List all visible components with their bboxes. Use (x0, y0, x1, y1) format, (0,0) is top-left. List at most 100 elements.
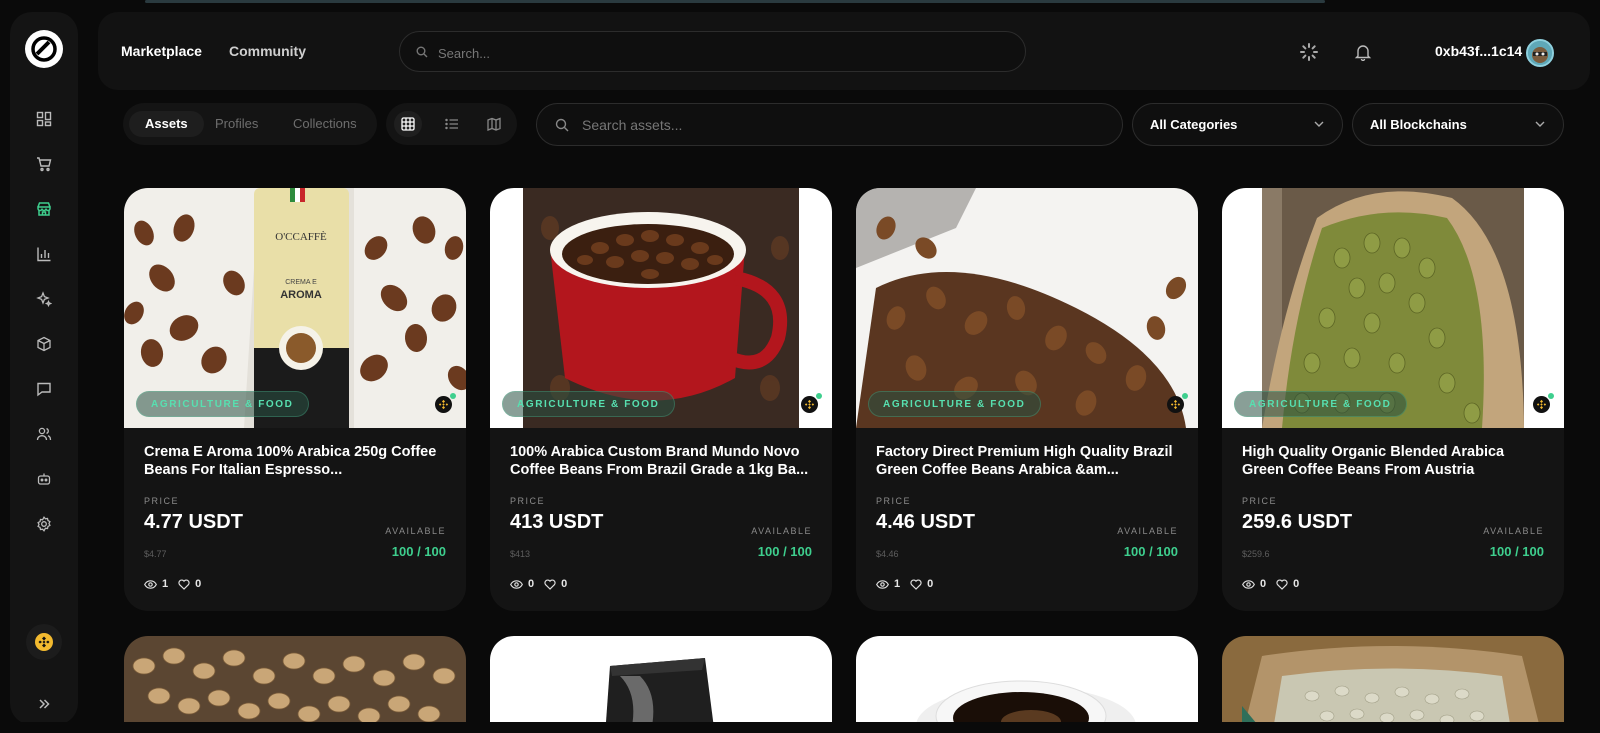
bar-chart-icon[interactable] (32, 242, 56, 266)
price-usd: $413 (510, 549, 531, 559)
price-usd: $4.77 (144, 549, 167, 559)
blockchain-dropdown[interactable]: All Blockchains (1352, 103, 1564, 146)
category-dropdown[interactable]: All Categories (1132, 103, 1343, 146)
view-count: 0 (1260, 578, 1267, 590)
tab-collections[interactable]: Collections (277, 111, 373, 137)
cart-icon[interactable] (32, 152, 56, 176)
bnb-chain-icon (435, 393, 456, 413)
heart-icon[interactable] (910, 578, 922, 590)
global-search-input[interactable] (438, 43, 998, 63)
available-label: AVAILABLE (751, 526, 812, 536)
wallet-address[interactable]: 0xb43f...1c14 (1435, 43, 1522, 59)
listing-card[interactable]: AGRICULTURE & FOOD Factory Direct Premiu… (856, 188, 1198, 611)
price-label: PRICE (1242, 496, 1278, 506)
available-value: 100 / 100 (391, 544, 446, 559)
package-line2-text: AROMA (280, 289, 322, 301)
bnb-chain-icon (801, 393, 822, 413)
bnb-chain-icon[interactable] (26, 624, 62, 660)
bnb-chain-icon (1167, 393, 1188, 413)
store-icon[interactable] (32, 197, 56, 221)
price-value: 4.77 USDT (144, 511, 243, 533)
available-label: AVAILABLE (1117, 526, 1178, 536)
heart-icon[interactable] (1276, 578, 1288, 590)
app-logo[interactable] (25, 30, 63, 68)
loading-spinner-icon[interactable] (1298, 41, 1320, 63)
cube-icon[interactable] (32, 332, 56, 356)
chat-icon[interactable] (32, 377, 56, 401)
like-count: 0 (561, 578, 568, 590)
available-value: 100 / 100 (757, 544, 812, 559)
price-value: 413 USDT (510, 511, 604, 533)
listing-card[interactable]: AGRICULTURE & FOOD 100% Arabica Custom B… (490, 188, 832, 611)
available-label: AVAILABLE (385, 526, 446, 536)
tab-profiles[interactable]: Profiles (199, 111, 274, 137)
category-dropdown-value: All Categories (1150, 117, 1238, 132)
settings-icon[interactable] (32, 512, 56, 536)
search-icon (416, 46, 428, 58)
heart-icon[interactable] (544, 578, 556, 590)
price-label: PRICE (510, 496, 546, 506)
bell-icon[interactable] (1352, 41, 1374, 63)
eye-icon (1242, 579, 1255, 589)
grid-view-icon[interactable] (394, 111, 422, 137)
view-mode-switcher (386, 103, 517, 145)
heart-icon[interactable] (178, 578, 190, 590)
eye-icon (144, 579, 157, 589)
bnb-chain-icon (1533, 393, 1554, 413)
listing-card-partial[interactable] (856, 636, 1198, 733)
price-usd: $259.6 (1242, 549, 1270, 559)
asset-type-tabs: Assets Profiles Collections (123, 103, 377, 145)
product-image (490, 636, 832, 733)
tab-assets[interactable]: Assets (129, 111, 204, 137)
listing-title[interactable]: 100% Arabica Custom Brand Mundo Novo Cof… (510, 443, 818, 479)
expand-sidebar-icon[interactable] (32, 692, 56, 716)
product-image (124, 636, 466, 733)
global-search[interactable] (399, 31, 1026, 72)
asset-search-input[interactable] (582, 115, 1102, 135)
price-value: 4.46 USDT (876, 511, 975, 533)
search-icon (555, 118, 569, 132)
view-count: 0 (528, 578, 535, 590)
avatar[interactable] (1526, 39, 1554, 67)
users-icon[interactable] (32, 422, 56, 446)
map-view-icon[interactable] (480, 111, 508, 137)
dashboard-icon[interactable] (32, 107, 56, 131)
listing-card-partial[interactable] (124, 636, 466, 733)
chevron-down-icon (1314, 121, 1324, 127)
engagement-stats: 0 0 (1242, 578, 1309, 590)
nav-marketplace[interactable]: Marketplace (121, 43, 202, 59)
listing-title[interactable]: Crema E Aroma 100% Arabica 250g Coffee B… (144, 443, 452, 479)
view-count: 1 (162, 578, 169, 590)
like-count: 0 (1293, 578, 1300, 590)
top-progress-line (145, 0, 1325, 3)
eye-icon (876, 579, 889, 589)
sparkles-icon[interactable] (32, 287, 56, 311)
engagement-stats: 1 0 (144, 578, 211, 590)
like-count: 0 (927, 578, 934, 590)
blockchain-dropdown-value: All Blockchains (1370, 117, 1467, 132)
category-badge[interactable]: AGRICULTURE & FOOD (1234, 391, 1407, 417)
price-label: PRICE (144, 496, 180, 506)
listing-card[interactable]: O'CCAFFÈ CREMA E AROMA AGRICULTURE & FOO… (124, 188, 466, 611)
product-image (1222, 636, 1564, 733)
listing-card[interactable]: AGRICULTURE & FOOD High Quality Organic … (1222, 188, 1564, 611)
engagement-stats: 1 0 (876, 578, 943, 590)
price-usd: $4.46 (876, 549, 899, 559)
available-value: 100 / 100 (1489, 544, 1544, 559)
view-count: 1 (894, 578, 901, 590)
asset-search[interactable] (536, 103, 1123, 146)
eye-icon (510, 579, 523, 589)
category-badge[interactable]: AGRICULTURE & FOOD (502, 391, 675, 417)
top-bar: Marketplace Community 0xb43f...1c14 (98, 12, 1590, 90)
listing-title[interactable]: High Quality Organic Blended Arabica Gre… (1242, 443, 1550, 479)
category-badge[interactable]: AGRICULTURE & FOOD (868, 391, 1041, 417)
listing-card-partial[interactable] (1222, 636, 1564, 733)
product-image (856, 636, 1198, 733)
category-badge[interactable]: AGRICULTURE & FOOD (136, 391, 309, 417)
listing-card-partial[interactable] (490, 636, 832, 733)
chevron-down-icon (1535, 121, 1545, 127)
nav-community[interactable]: Community (229, 43, 306, 59)
list-view-icon[interactable] (438, 111, 466, 137)
bot-icon[interactable] (32, 467, 56, 491)
listing-title[interactable]: Factory Direct Premium High Quality Braz… (876, 443, 1184, 479)
